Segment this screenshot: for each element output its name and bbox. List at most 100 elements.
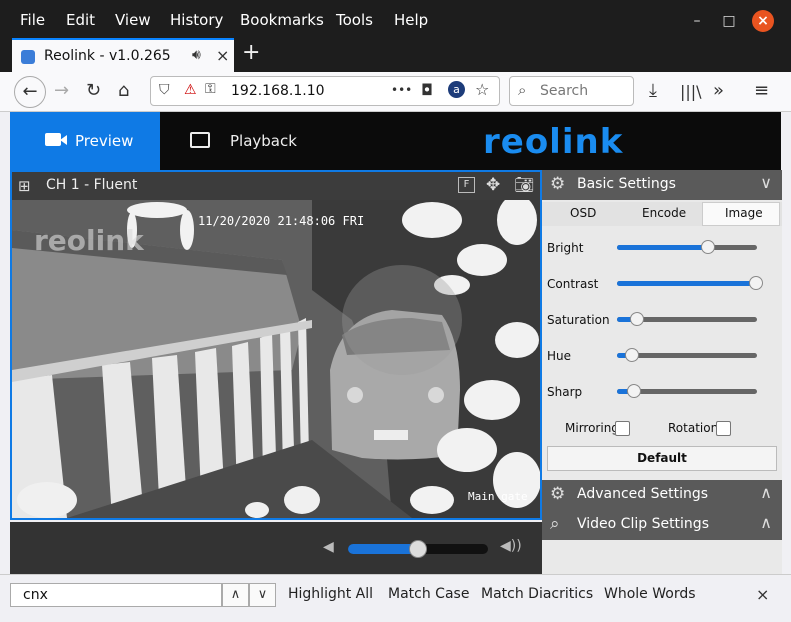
slider-knob[interactable] [748,276,763,290]
search-placeholder: Search [540,83,589,99]
slider-fill [617,245,708,250]
forward-button[interactable]: → [54,80,69,101]
advanced-settings-header[interactable]: ⚙ Advanced Settings ∧ [542,480,782,510]
key-icon[interactable]: ⚿ [205,81,216,97]
extension-icon[interactable]: a [448,81,465,98]
contrast-slider[interactable] [617,276,763,290]
volume-max-icon[interactable]: ◀)) [500,538,522,554]
subtab-encode[interactable]: Encode [642,206,686,220]
url-bar[interactable]: ⛉ ⚠ ⚿ 192.168.1.10 ••• ◘ a ☆ [150,76,500,106]
download-icon[interactable]: ⤓ [649,80,657,101]
highlight-all-option[interactable]: Highlight All [288,586,373,602]
back-button[interactable]: ← [14,76,46,108]
menu-help[interactable]: Help [394,11,428,29]
close-find-bar-icon[interactable]: × [756,585,769,604]
saturation-slider[interactable] [617,312,757,326]
video-controls: ◀ ◀)) [10,522,542,574]
mirroring-checkbox[interactable] [615,421,630,436]
menu-tools[interactable]: Tools [336,11,373,29]
chevron-down-icon[interactable]: ∨ [760,173,772,192]
video-panel: ⊞ CH 1 - Fluent F ✥ 📷︎ reolink 11/20/202… [10,170,542,520]
video-camera-icon [45,133,61,146]
settings-subtabs: OSD Encode Image [542,202,782,226]
tab-strip: Reolink - v1.0.265 🔊︎ × [0,36,791,72]
snapshot-camera-icon[interactable]: 📷︎ [514,175,534,194]
subtab-osd[interactable]: OSD [570,206,596,220]
close-window-button[interactable]: × [752,10,774,32]
home-button[interactable]: ⌂ [118,80,129,101]
shield-icon[interactable]: ⛉ [159,82,170,98]
speaker-icon[interactable]: 🔊︎ [192,47,201,63]
close-tab-icon[interactable]: × [216,46,229,65]
menu-file[interactable]: File [20,11,45,29]
gear-icon: ⚙ [550,484,566,504]
volume-knob[interactable] [409,540,427,558]
channel-tree-icon[interactable]: ⊞ [18,177,31,195]
fluent-quality-icon[interactable]: F [458,177,475,193]
slider-knob[interactable] [625,348,640,362]
sharp-slider[interactable] [617,384,757,398]
favicon-icon [21,50,35,64]
find-previous-button[interactable]: ∧ [222,583,249,607]
search-input[interactable]: ⌕ Search [509,76,634,106]
hue-label: Hue [547,349,572,363]
settings-panel: ⚙ Basic Settings ∨ OSD Encode Image Brig… [542,170,782,574]
video-timestamp: 11/20/2020 21:48:06 FRI [198,214,365,228]
menu-view[interactable]: View [115,11,151,29]
chevron-up-icon[interactable]: ∧ [760,483,772,502]
page-actions-icon[interactable]: ••• [391,83,412,97]
new-tab-button[interactable]: + [242,40,260,65]
basic-settings-header[interactable]: ⚙ Basic Settings ∨ [542,170,782,200]
volume-slider[interactable] [348,540,488,558]
find-input[interactable]: cnx [10,583,222,607]
rotation-checkbox[interactable] [716,421,731,436]
video-clip-settings-title: Video Clip Settings [577,516,709,532]
bookmark-star-icon[interactable]: ☆ [475,80,489,99]
pocket-icon[interactable]: ◘ [421,81,433,99]
overflow-icon[interactable]: » [713,80,724,101]
channel-name: CH 1 - Fluent [46,177,138,193]
slider-knob[interactable] [701,240,715,254]
browser-tab[interactable]: Reolink - v1.0.265 🔊︎ × [12,38,234,72]
camera-name-label: Main gate [468,490,528,503]
menu-hamburger-icon[interactable]: ≡ [754,80,769,101]
library-icon[interactable]: |||\ [680,82,702,101]
tab-playback[interactable]: Playback [160,112,310,170]
menu-bookmarks[interactable]: Bookmarks [240,11,324,29]
slider-knob[interactable] [626,384,641,398]
subtab-image[interactable]: Image [725,206,763,220]
insecure-lock-icon[interactable]: ⚠ [184,82,197,98]
video-clip-settings-header[interactable]: ⌕ Video Clip Settings ∧ [542,510,782,540]
bright-slider[interactable] [617,240,757,254]
video-titlebar: ⊞ CH 1 - Fluent F ✥ 📷︎ [12,172,540,200]
match-diacritics-option[interactable]: Match Diacritics [481,586,593,602]
rotation-label: Rotation [668,421,719,435]
minimize-button[interactable]: – [686,10,708,32]
tab-playback-label: Playback [230,132,297,150]
volume-mute-icon[interactable]: ◀ [323,539,334,555]
tab-preview-label: Preview [75,132,134,150]
find-next-button[interactable]: ∨ [249,583,276,607]
find-input-value[interactable]: cnx [23,587,48,603]
live-video-feed[interactable]: reolink 11/20/2020 21:48:06 FRI Main gat… [12,200,540,518]
maximize-button[interactable]: □ [718,10,740,32]
browser-window: File Edit View History Bookmarks Tools H… [0,0,791,622]
film-icon [190,132,210,148]
reload-button[interactable]: ↻ [86,80,101,101]
default-button[interactable]: Default [547,446,777,471]
whole-words-option[interactable]: Whole Words [604,586,696,602]
volume-fill [348,544,418,554]
contrast-label: Contrast [547,277,599,291]
menu-history[interactable]: History [170,11,223,29]
url-text[interactable]: 192.168.1.10 [231,83,325,99]
sharp-label: Sharp [547,385,583,399]
tab-preview[interactable]: Preview [10,112,160,170]
ptz-icon[interactable]: ✥ [486,175,500,195]
menu-edit[interactable]: Edit [66,11,95,29]
match-case-option[interactable]: Match Case [388,586,469,602]
chevron-up-icon[interactable]: ∧ [760,513,772,532]
hue-slider[interactable] [617,348,757,362]
search-icon: ⌕ [518,81,527,99]
slider-fill [617,281,756,286]
slider-knob[interactable] [629,312,644,326]
